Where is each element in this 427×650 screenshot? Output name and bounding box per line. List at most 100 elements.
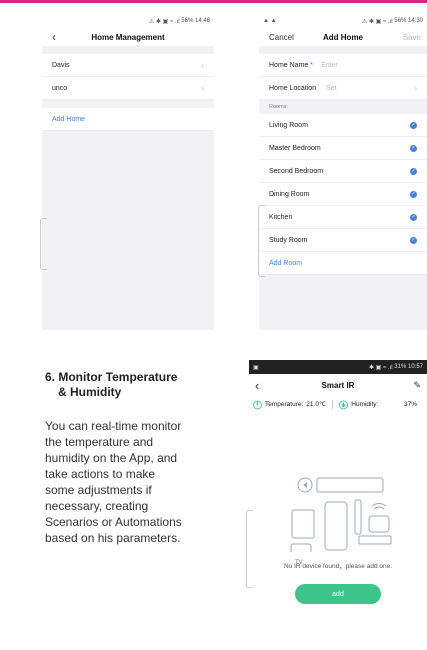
status-time: 14:30 [407, 18, 423, 24]
battery-level: 56% [181, 18, 194, 24]
room-item-dining[interactable]: Dining Room ✓ [259, 183, 427, 206]
status-bar: ▣ ✱ ▣ ≈ .ıl 31% 10:57 [249, 360, 427, 374]
nav-bar: Cancel Add Home Save [259, 28, 427, 46]
divider [332, 399, 334, 409]
thermometer-icon [253, 400, 262, 409]
save-button[interactable]: Save [403, 33, 421, 42]
status-left-icons: ▲ ▲ [263, 18, 277, 24]
humidity-value: 37% [403, 400, 417, 408]
pencil-icon[interactable]: ✎ [413, 380, 421, 391]
temperature-label: Temperature: [265, 400, 304, 408]
remote-icon [324, 501, 348, 551]
add-home-button[interactable]: Add Home [42, 108, 214, 131]
tv-label: TV [295, 560, 303, 566]
body-line: based on his parameters. [45, 531, 181, 545]
nav-bar: ‹ Smart IR ✎ [249, 374, 427, 396]
required-marker: * [310, 61, 314, 69]
add-device-button[interactable]: add [295, 584, 381, 604]
humidity-icon [339, 400, 349, 409]
room-label: Kitchen [269, 213, 293, 221]
smart-ir-screen: ▣ ✱ ▣ ≈ .ıl 31% 10:57 ‹ Smart IR ✎ Tempe… [249, 360, 427, 640]
status-icons: ✱ ▣ ≈ .ıl [368, 364, 393, 371]
divider [42, 46, 214, 54]
back-icon[interactable]: ‹ [255, 378, 259, 393]
check-icon[interactable]: ✓ [410, 121, 417, 129]
chevron-right-icon: › [201, 60, 204, 70]
ir-hub-icon [368, 515, 390, 533]
home-label: Davis [52, 61, 70, 69]
temperature-value: 21.0℃ [306, 401, 327, 408]
body-line: take actions to make [45, 467, 156, 481]
nav-bar: ‹ Home Management [42, 28, 214, 46]
check-icon[interactable]: ✓ [410, 190, 417, 198]
status-time: 10:57 [407, 364, 423, 370]
check-icon[interactable]: ✓ [410, 167, 417, 175]
body-line: some adjustments if [45, 483, 152, 497]
body-line: You can real-time monitor [45, 419, 182, 433]
battery-level: 31% [394, 364, 407, 370]
chevron-right-icon: › [414, 83, 417, 93]
room-label: Second Bedroom [269, 167, 324, 175]
scroll-bracket [258, 205, 265, 277]
add-room-label: Add Room [269, 259, 303, 267]
home-name-input[interactable]: Enter [321, 62, 338, 69]
home-location-value: Set [326, 84, 337, 92]
room-label: Study Room [269, 236, 308, 244]
status-left-icons: ▣ [253, 364, 259, 371]
section-heading: 6. Monitor Temperature & Humidity [45, 370, 177, 400]
top-accent-bar [0, 0, 427, 3]
humidity-label: Humidity: [351, 400, 379, 408]
home-name-label: Home Name [269, 61, 309, 69]
home-location-field[interactable]: Home Location Set › [259, 77, 427, 100]
home-label: unco [52, 84, 68, 92]
stick-icon [354, 499, 362, 535]
home-management-screen: ⚠ ✱ ▣ ≈ .ıl 56% 14:46 ‹ Home Management … [42, 14, 214, 330]
body-line: the temperature and [45, 435, 154, 449]
room-item-second[interactable]: Second Bedroom ✓ [259, 160, 427, 183]
scroll-bracket [246, 510, 253, 588]
status-icons: ⚠ ✱ ▣ ≈ .ıl [361, 18, 393, 25]
status-bar: ▲ ▲ ⚠ ✱ ▣ ≈ .ıl 56% 14:30 [259, 14, 427, 28]
check-icon[interactable]: ✓ [410, 236, 417, 244]
sensor-readings: Temperature: 21.0℃ Humidity: 37% [249, 396, 427, 412]
air-conditioner-icon [316, 477, 384, 493]
room-item-master[interactable]: Master Bedroom ✓ [259, 137, 427, 160]
empty-area [42, 131, 214, 330]
battery-level: 56% [394, 18, 407, 24]
room-item-kitchen[interactable]: Kitchen ✓ [259, 206, 427, 229]
section-body: You can real-time monitor the temperatur… [45, 418, 182, 546]
scroll-bracket [40, 218, 47, 270]
cancel-button[interactable]: Cancel [269, 33, 294, 42]
empty-area [259, 275, 427, 330]
body-line: necessary, creating [45, 499, 149, 513]
status-bar: ⚠ ✱ ▣ ≈ .ıl 56% 14:46 [42, 14, 214, 28]
room-label: Dining Room [269, 190, 310, 198]
status-icons: ⚠ ✱ ▣ ≈ .ıl [148, 18, 180, 25]
check-icon[interactable]: ✓ [410, 144, 417, 152]
chevron-right-icon: › [201, 83, 204, 93]
home-location-label: Home Location [269, 84, 317, 92]
back-icon[interactable]: ‹ [52, 30, 56, 44]
page-title: Smart IR [321, 380, 355, 390]
add-room-button[interactable]: Add Room [259, 252, 427, 275]
room-item-study[interactable]: Study Room ✓ [259, 229, 427, 252]
page-title: Home Management [91, 32, 165, 42]
tv-icon [290, 543, 312, 552]
home-item-1[interactable]: unco › [42, 77, 214, 100]
heading-line: 6. Monitor Temperature [45, 370, 178, 384]
add-home-label: Add Home [52, 115, 86, 123]
room-item-living[interactable]: Living Room ✓ [259, 114, 427, 137]
set-top-box-icon [358, 535, 392, 545]
add-home-screen: ▲ ▲ ⚠ ✱ ▣ ≈ .ıl 56% 14:30 Cancel Add Hom… [259, 14, 427, 330]
room-label: Living Room [269, 121, 308, 129]
fan-icon [291, 509, 315, 539]
heading-line: & Humidity [58, 385, 122, 399]
home-name-field[interactable]: Home Name * Enter [259, 54, 427, 77]
divider [259, 46, 427, 54]
room-label: Master Bedroom [269, 144, 321, 152]
check-icon[interactable]: ✓ [410, 213, 417, 221]
body-line: Scenarios or Automations [45, 515, 182, 529]
home-item-0[interactable]: Davis › [42, 54, 214, 77]
divider [42, 100, 214, 108]
status-time: 14:46 [194, 18, 210, 24]
